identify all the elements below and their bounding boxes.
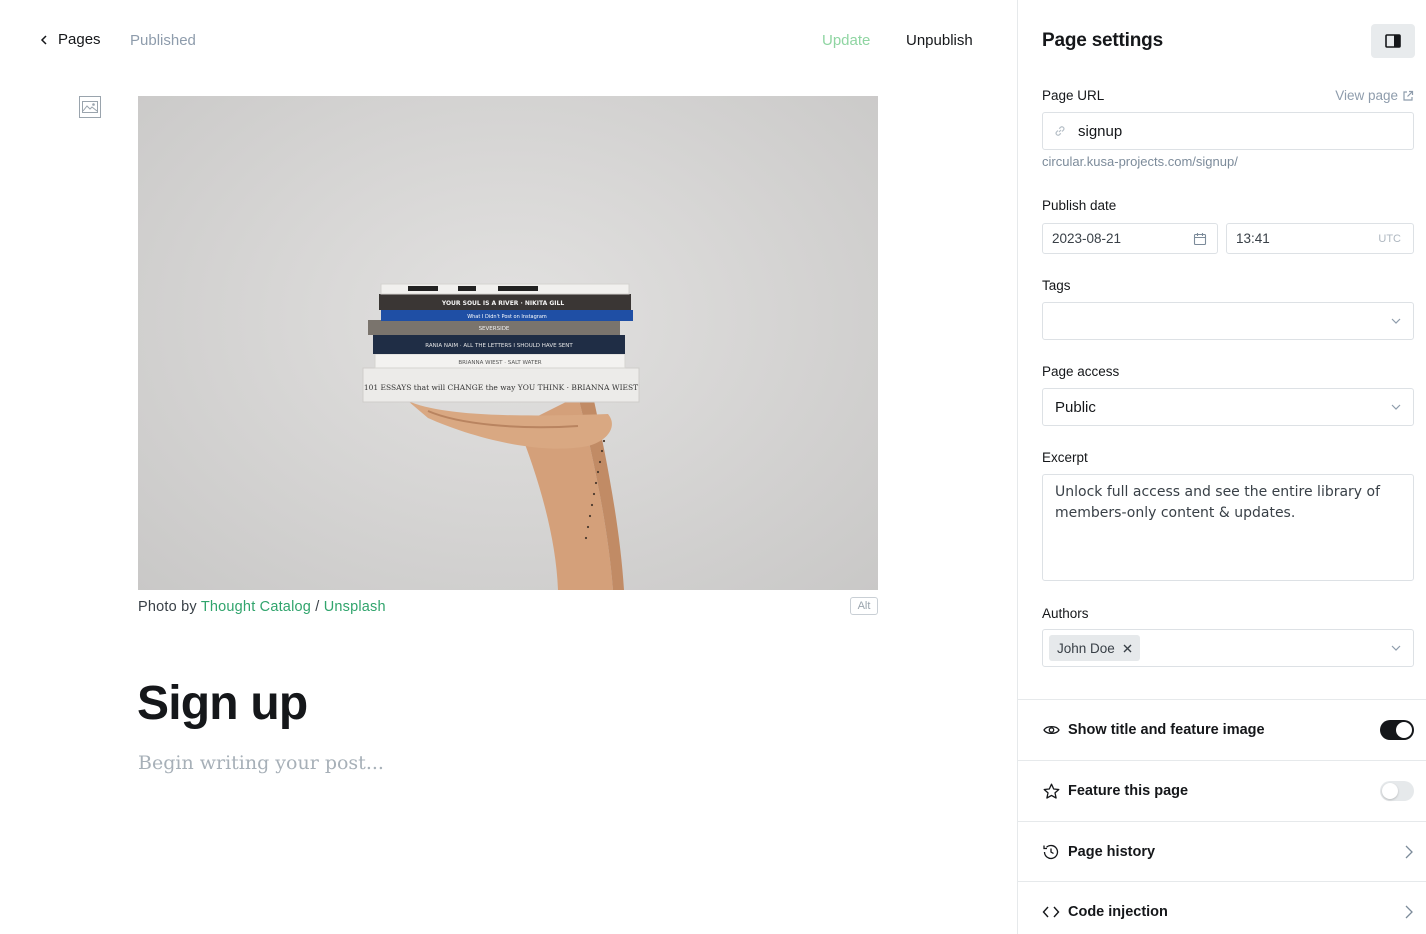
books-photo: 101 ESSAYS that will CHANGE the way YOU … [362, 283, 640, 590]
post-status: Published [130, 32, 196, 49]
back-to-pages-link[interactable]: Pages [40, 31, 101, 48]
page-url-preview: circular.kusa-projects.com/signup/ [1042, 154, 1238, 169]
feature-image-icon[interactable] [79, 96, 101, 118]
author-name: John Doe [1057, 640, 1115, 656]
page-history-label: Page history [1068, 844, 1156, 860]
alt-text-button[interactable]: Alt [850, 597, 878, 615]
page-access-label: Page access [1042, 364, 1120, 379]
caption-author-link[interactable]: Thought Catalog [201, 599, 311, 615]
excerpt-label: Excerpt [1042, 450, 1088, 465]
history-icon [1042, 843, 1060, 861]
publish-date-label: Publish date [1042, 198, 1117, 213]
authors-label: Authors [1042, 606, 1089, 621]
author-chip: John Doe [1049, 635, 1140, 661]
star-icon [1042, 782, 1060, 800]
book-spine-6: 101 ESSAYS that will CHANGE the way YOU … [364, 383, 638, 392]
feature-page-label: Feature this page [1068, 783, 1189, 799]
page-access-value: Public [1055, 398, 1096, 416]
authors-select[interactable]: John Doe [1042, 629, 1414, 667]
link-icon [1055, 126, 1065, 136]
back-label: Pages [58, 31, 101, 48]
feature-page-row[interactable]: Feature this page [1018, 760, 1426, 821]
page-history-row[interactable]: Page history [1018, 821, 1426, 882]
external-link-icon [1403, 90, 1414, 101]
update-button[interactable]: Update [822, 32, 870, 49]
tags-select[interactable] [1042, 302, 1414, 340]
chevron-right-icon [1405, 905, 1413, 919]
publish-date-value: 2023-08-21 [1052, 231, 1122, 246]
feature-image-caption: Photo by Thought Catalog / Unsplash [138, 599, 386, 615]
eye-icon [1042, 721, 1060, 739]
feature-image[interactable]: 101 ESSAYS that will CHANGE the way YOU … [138, 96, 878, 590]
publish-date-input[interactable]: 2023-08-21 [1042, 223, 1218, 254]
chevron-left-icon [40, 34, 47, 45]
show-title-toggle[interactable] [1380, 720, 1414, 740]
caption-separator: / [311, 599, 324, 615]
book-spine-2: What I Didn't Post on Instagram [467, 314, 547, 320]
page-settings-panel: Page settings Page URL View page circula… [1017, 0, 1426, 934]
book-spine-5: BRIANNA WIEST · SALT WATER [458, 360, 541, 366]
code-icon [1042, 903, 1060, 921]
page-access-select[interactable]: Public [1042, 388, 1414, 426]
unpublish-button[interactable]: Unpublish [906, 32, 973, 49]
editor-topbar: Pages Published Update Unpublish [0, 0, 1017, 82]
book-spine-4: RANIA NAIM · ALL THE LETTERS I SHOULD HA… [425, 343, 573, 349]
page-url-field[interactable] [1042, 112, 1414, 150]
page-url-label: Page URL [1042, 88, 1105, 103]
chevron-down-icon [1391, 404, 1401, 410]
chevron-down-icon [1391, 318, 1401, 324]
caption-prefix: Photo by [138, 599, 201, 615]
editor: Pages Published Update Unpublish 101 ESS… [0, 0, 1017, 934]
caption-source-link[interactable]: Unsplash [324, 599, 386, 615]
view-page-label: View page [1335, 88, 1398, 103]
sidebar-icon [1385, 34, 1401, 48]
feature-page-toggle[interactable] [1380, 781, 1414, 801]
post-title[interactable]: Sign up [137, 676, 308, 731]
chevron-right-icon [1405, 845, 1413, 859]
publish-time-value: 13:41 [1236, 231, 1270, 246]
book-spine-1: YOUR SOUL IS A RIVER · NIKITA GILL [441, 300, 565, 307]
code-injection-label: Code injection [1068, 904, 1168, 920]
excerpt-textarea[interactable]: Unlock full access and see the entire li… [1055, 482, 1401, 573]
page-url-input[interactable] [1078, 122, 1378, 140]
view-page-link[interactable]: View page [1335, 88, 1414, 103]
book-spine-3: SEVERSIDE [479, 326, 510, 332]
post-body-placeholder[interactable]: Begin writing your post... [138, 752, 384, 774]
calendar-icon [1193, 232, 1207, 245]
sidebar-toggle-button[interactable] [1371, 24, 1415, 58]
code-injection-row[interactable]: Code injection [1018, 881, 1426, 934]
timezone-label: UTC [1378, 232, 1401, 245]
publish-time-input[interactable]: 13:41 UTC [1226, 223, 1414, 254]
tags-label: Tags [1042, 278, 1071, 293]
show-title-row[interactable]: Show title and feature image [1018, 699, 1426, 760]
settings-title: Page settings [1042, 30, 1163, 51]
remove-author-icon[interactable] [1123, 644, 1132, 653]
excerpt-field[interactable]: Unlock full access and see the entire li… [1042, 474, 1414, 581]
show-title-label: Show title and feature image [1068, 722, 1265, 738]
chevron-down-icon [1391, 645, 1401, 651]
